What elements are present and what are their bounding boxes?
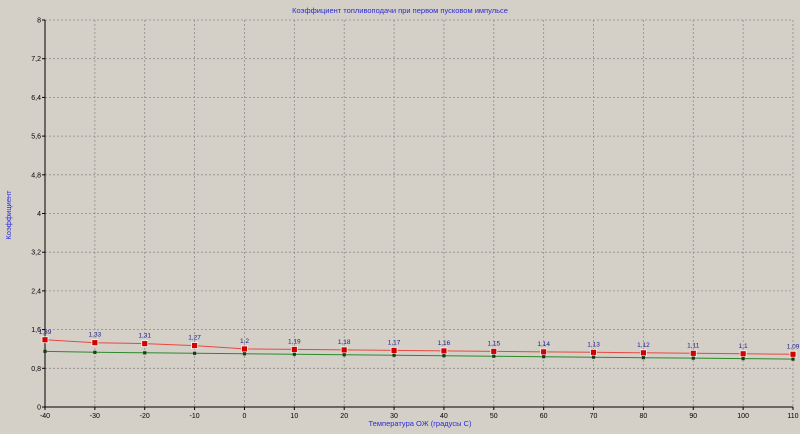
series-2-marker <box>292 352 296 356</box>
y-axis-title: Коэффициент <box>4 190 13 240</box>
series-1-marker <box>689 349 697 357</box>
data-label: 1,19 <box>288 338 301 345</box>
y-tick-label: 8 <box>37 18 41 25</box>
y-tick-label: 0,8 <box>31 366 41 373</box>
y-tick-label: 7,2 <box>31 56 41 63</box>
chart-svg: -40 -30 -20 -10 0 10 20 30 40 50 60 70 80 90 100 11000,… <box>0 0 800 429</box>
series-2-marker <box>791 357 795 361</box>
data-label: 1,33 <box>89 332 102 339</box>
y-tick-label: 6,4 <box>31 95 41 102</box>
series-2-marker <box>492 354 496 358</box>
chart: -40 -30 -20 -10 0 10 20 30 40 50 60 70 80 90 100 110 0 0,… <box>0 0 800 429</box>
series-2-marker <box>242 352 247 356</box>
y-tick-label: 4 <box>37 211 41 218</box>
series-1-marker <box>91 339 99 347</box>
series-1-marker <box>789 350 797 358</box>
chart-background <box>0 0 800 429</box>
data-label: 1,11 <box>687 342 700 349</box>
data-label: 1,15 <box>487 340 500 347</box>
series-2-marker <box>691 356 695 360</box>
data-label: 1,14 <box>537 341 550 348</box>
y-tick-label: 0 <box>37 405 41 412</box>
chart-title: Коэффициент топливоподачи при первом пус… <box>292 6 508 15</box>
data-label: 1,17 <box>388 339 401 346</box>
series-1-marker <box>290 346 298 353</box>
series-1-marker <box>191 342 199 349</box>
x-tick-label: 10 <box>290 413 298 420</box>
x-tick-label: 70 <box>590 413 598 420</box>
x-tick-label: 80 <box>640 413 648 420</box>
data-label: 1,31 <box>138 333 151 340</box>
series-1-marker <box>390 347 398 354</box>
x-tick-label: 50 <box>490 413 498 420</box>
series-1-marker <box>141 340 149 348</box>
x-tick-label: 60 <box>540 413 548 420</box>
x-tick-label: 110 <box>787 413 798 420</box>
data-label: 1,09 <box>787 343 800 350</box>
series-2-marker <box>442 354 446 358</box>
data-label: 1,39 <box>39 329 52 336</box>
y-tick-label: 5,6 <box>31 134 41 141</box>
series-2-marker <box>641 356 645 360</box>
x-tick-label: -30 <box>90 413 100 420</box>
data-label: 1,18 <box>338 339 351 346</box>
series-2-marker <box>591 355 596 359</box>
data-label: 1,27 <box>188 335 201 342</box>
series-2-marker <box>542 355 546 359</box>
y-tick-label: 2,4 <box>31 288 41 295</box>
series-2-marker <box>193 351 197 355</box>
series-1-marker <box>590 348 597 356</box>
series-1-marker <box>490 347 498 355</box>
x-tick-label: -10 <box>190 413 200 420</box>
data-label: 1,12 <box>637 342 650 349</box>
x-tick-label: 20 <box>340 413 348 420</box>
data-label: 1,13 <box>587 341 600 348</box>
data-label: 1,16 <box>438 340 451 347</box>
series-2-marker <box>392 353 396 357</box>
data-label: 1,2 <box>240 338 249 345</box>
x-axis-title: Температура ОЖ (градусы С) <box>369 419 472 428</box>
y-tick-label: 3,2 <box>31 250 41 257</box>
series-2-marker <box>741 357 745 361</box>
x-tick-label: 100 <box>737 413 749 420</box>
x-tick-label: 90 <box>689 413 697 420</box>
series-1-marker <box>540 348 548 356</box>
x-tick-label: -40 <box>40 413 50 420</box>
x-tick-label: -20 <box>140 413 150 420</box>
series-2-marker <box>143 351 147 355</box>
series-1-marker <box>340 346 348 354</box>
data-label: 1,1 <box>739 343 748 350</box>
series-1-marker <box>640 349 647 357</box>
series-2-marker <box>43 349 47 353</box>
series-1-marker <box>739 350 747 358</box>
series-2-marker <box>342 353 346 357</box>
series-1-marker <box>241 345 248 353</box>
x-tick-label: 0 <box>243 413 247 420</box>
series-2-marker <box>93 350 97 354</box>
series-1-marker <box>440 347 448 355</box>
y-tick-label: 4,8 <box>31 172 41 179</box>
series-1-marker <box>41 336 49 344</box>
